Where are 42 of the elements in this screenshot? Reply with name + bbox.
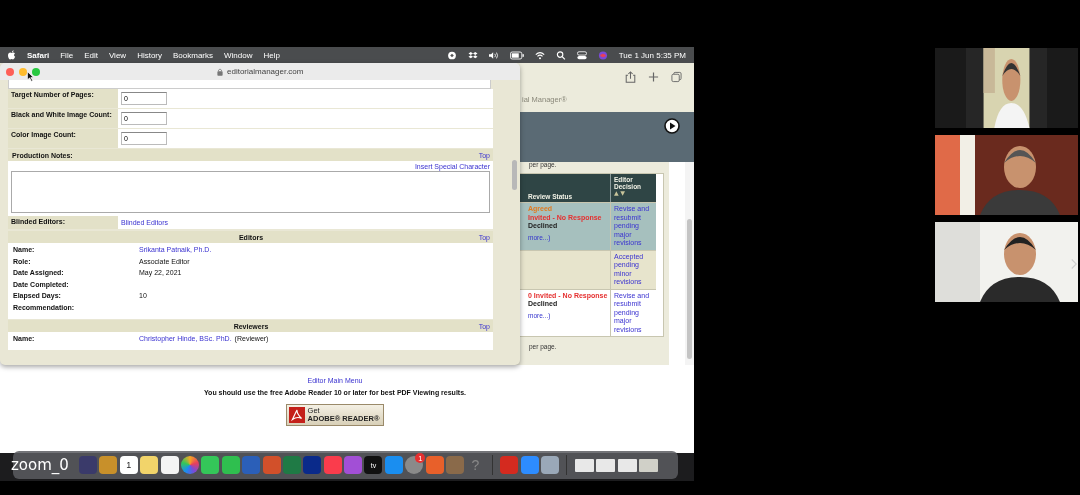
mouse-cursor-icon	[27, 71, 34, 82]
play-icon[interactable]	[664, 118, 680, 134]
window-thumbnail-icon[interactable]	[617, 458, 637, 472]
apple-logo-icon[interactable]	[8, 50, 16, 60]
menu-item[interactable]: History	[137, 50, 162, 60]
menu-item[interactable]: File	[60, 50, 74, 60]
window-thumbnail-icon[interactable]	[638, 458, 658, 472]
menu-bar-clock: Tue 1 Jun 5:35 PM	[618, 50, 686, 60]
notes-text-area[interactable]	[11, 171, 490, 213]
control-center-icon[interactable]	[576, 50, 587, 60]
menu-item[interactable]: Bookmarks	[173, 50, 214, 60]
text-area[interactable]	[8, 80, 491, 89]
lock-icon	[217, 67, 223, 76]
screen-share-label: zoom_0	[11, 456, 69, 474]
app-icon[interactable]	[160, 456, 179, 474]
volume-icon[interactable]	[488, 50, 499, 60]
menu-item[interactable]: Help	[263, 50, 280, 60]
battery-icon[interactable]	[509, 50, 524, 60]
menu-item[interactable]: Edit	[84, 50, 98, 60]
close-button[interactable]	[6, 67, 14, 76]
menu-item[interactable]: View	[108, 50, 127, 60]
app-icon[interactable]	[221, 456, 240, 474]
menu-item[interactable]: Window	[224, 50, 253, 60]
menu-app-name[interactable]: Safari	[27, 50, 50, 60]
adobe-logo-icon	[288, 407, 305, 423]
share-icon[interactable]	[625, 71, 636, 83]
sort-arrows-icon[interactable]	[614, 191, 625, 196]
window-thumbnail-icon[interactable]	[596, 458, 616, 472]
window-thumbnail-icon[interactable]	[574, 458, 594, 472]
photos-app-icon[interactable]	[180, 456, 199, 474]
app-icon[interactable]	[201, 456, 220, 474]
app-icon[interactable]	[140, 456, 159, 474]
new-tab-icon[interactable]	[648, 71, 659, 83]
siri-icon[interactable]	[597, 50, 608, 60]
calendar-app-icon[interactable]: 1	[119, 456, 138, 474]
scrollbar[interactable]	[685, 162, 694, 365]
search-icon[interactable]	[555, 50, 566, 60]
wifi-icon[interactable]	[534, 50, 545, 60]
dropbox-icon[interactable]	[467, 50, 478, 60]
zoom-button[interactable]	[32, 67, 40, 76]
page-url: editorialmanager.com	[227, 67, 304, 76]
tabs-overview-icon[interactable]	[671, 71, 682, 83]
